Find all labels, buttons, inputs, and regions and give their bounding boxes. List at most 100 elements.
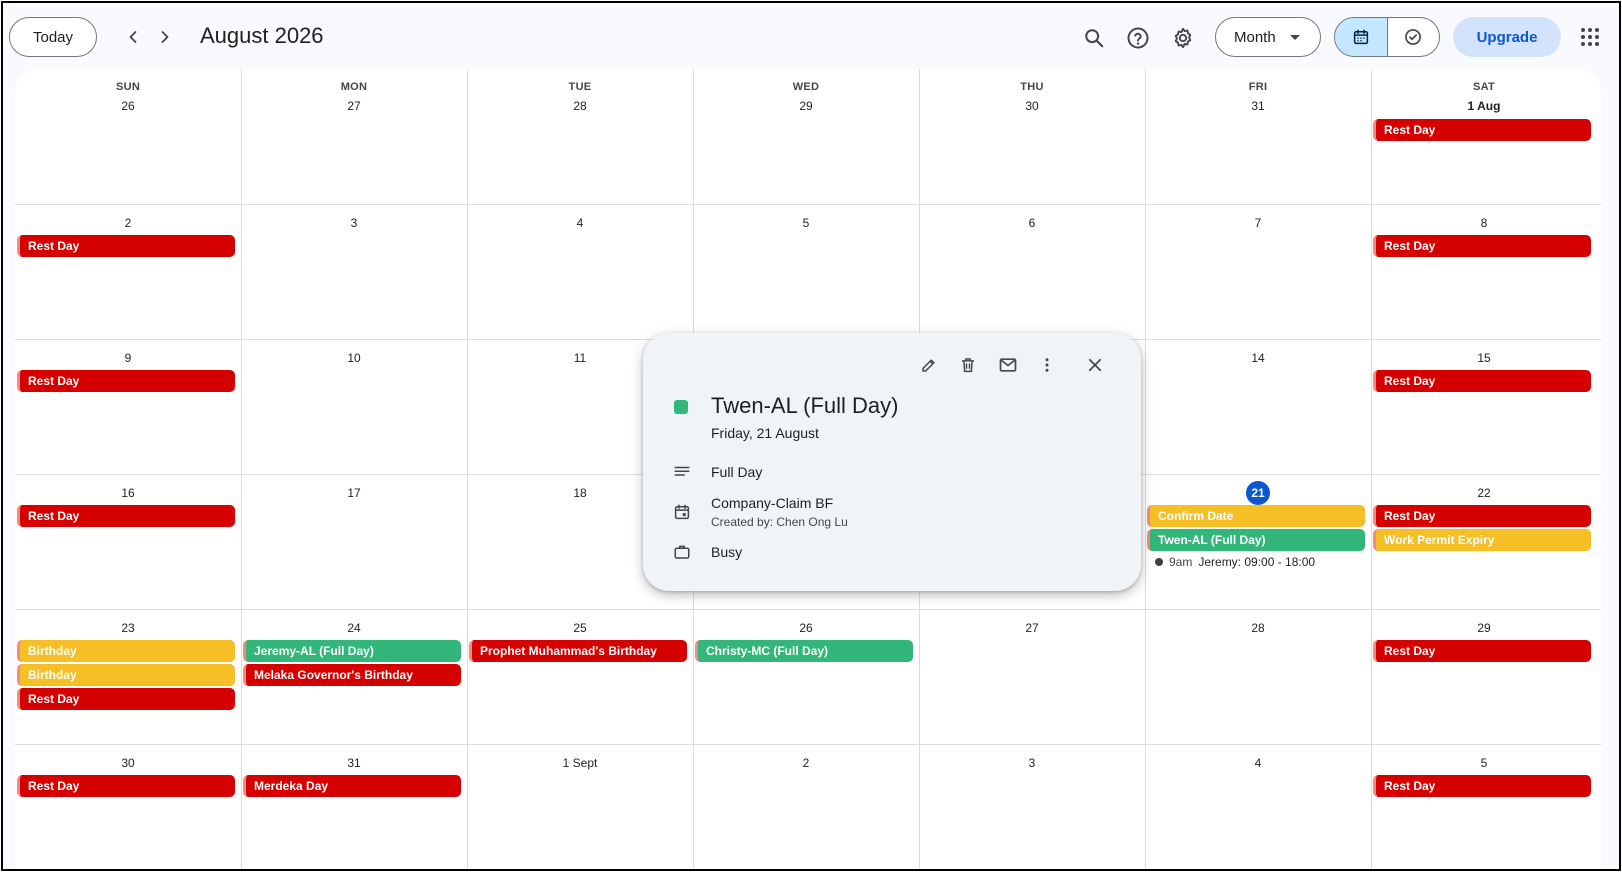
date-number[interactable]: 26 xyxy=(15,99,241,113)
apps-button[interactable] xyxy=(1578,25,1602,49)
event-chip[interactable]: Work Permit Expiry xyxy=(1373,529,1591,551)
date-number[interactable]: 27 xyxy=(919,621,1145,635)
date-number[interactable]: 3 xyxy=(919,756,1145,770)
date-number[interactable]: 1 Aug xyxy=(1371,99,1597,113)
event-availability: Busy xyxy=(711,544,743,560)
settings-button[interactable] xyxy=(1165,20,1201,56)
event-chip[interactable]: Rest Day xyxy=(1373,505,1591,527)
date-number[interactable]: 7 xyxy=(1145,216,1371,230)
date-number[interactable]: 10 xyxy=(241,351,467,365)
event-chip[interactable]: Birthday xyxy=(17,664,235,686)
event-chip[interactable]: Rest Day xyxy=(17,688,235,710)
date-number[interactable]: 14 xyxy=(1145,351,1371,365)
email-guests-button[interactable] xyxy=(992,349,1024,381)
date-number[interactable]: 3 xyxy=(241,216,467,230)
date-number[interactable]: 6 xyxy=(919,216,1145,230)
event-date: Friday, 21 August xyxy=(711,425,819,441)
date-number[interactable]: 28 xyxy=(467,99,693,113)
chevron-left-icon xyxy=(129,31,137,43)
prev-month-button[interactable] xyxy=(117,21,149,53)
date-number[interactable]: 1 Sept xyxy=(467,756,693,770)
grid-column-divider xyxy=(241,69,242,869)
view-select[interactable]: Month xyxy=(1215,17,1321,57)
close-icon xyxy=(1088,358,1102,372)
date-number[interactable]: 22 xyxy=(1371,486,1597,500)
event-title: Twen-AL (Full Day) xyxy=(711,393,899,418)
grid-row-divider xyxy=(15,744,1601,745)
next-month-button[interactable] xyxy=(149,21,181,53)
upgrade-button[interactable]: Upgrade xyxy=(1453,17,1561,57)
date-number[interactable]: 29 xyxy=(693,99,919,113)
date-number[interactable]: 4 xyxy=(1145,756,1371,770)
date-number[interactable]: 23 xyxy=(15,621,241,635)
today-button[interactable]: Today xyxy=(9,17,97,57)
caret-down-icon xyxy=(1289,34,1300,40)
event-chip[interactable]: Rest Day xyxy=(1373,235,1591,257)
date-number[interactable]: 9 xyxy=(15,351,241,365)
search-button[interactable] xyxy=(1076,20,1112,56)
timed-event-title: Jeremy: 09:00 - 18:00 xyxy=(1198,555,1316,569)
event-chip[interactable]: Rest Day xyxy=(1373,370,1591,392)
event-chip[interactable]: Rest Day xyxy=(1373,775,1591,797)
apps-icon xyxy=(1581,28,1599,46)
help-button[interactable] xyxy=(1120,20,1156,56)
event-chip[interactable]: Rest Day xyxy=(17,235,235,257)
event-chip[interactable]: Confirm Date xyxy=(1147,505,1365,527)
close-popup-button[interactable] xyxy=(1079,349,1111,381)
date-number[interactable]: 31 xyxy=(241,756,467,770)
weekday-header: SUN xyxy=(115,81,141,93)
chevron-right-icon xyxy=(161,31,169,43)
event-chip[interactable]: Birthday xyxy=(17,640,235,662)
date-number[interactable]: 31 xyxy=(1145,99,1371,113)
date-number[interactable]: 4 xyxy=(467,216,693,230)
event-chip[interactable]: Jeremy-AL (Full Day) xyxy=(243,640,461,662)
event-chip[interactable]: Twen-AL (Full Day) xyxy=(1147,529,1365,551)
event-chip[interactable]: Melaka Governor's Birthday xyxy=(243,664,461,686)
more-options-button[interactable] xyxy=(1031,349,1063,381)
date-number[interactable]: 30 xyxy=(15,756,241,770)
grid-row-divider xyxy=(15,609,1601,610)
date-number[interactable]: 30 xyxy=(919,99,1145,113)
weekday-header: WED xyxy=(792,81,820,93)
grid-column-divider xyxy=(467,69,468,869)
date-number[interactable]: 2 xyxy=(15,216,241,230)
edit-icon xyxy=(922,359,935,372)
event-chip[interactable]: Merdeka Day xyxy=(243,775,461,797)
event-chip[interactable]: Rest Day xyxy=(17,775,235,797)
weekday-header: FRI xyxy=(1248,81,1268,93)
event-chip[interactable]: Rest Day xyxy=(17,370,235,392)
calendar-view-button[interactable] xyxy=(1335,18,1388,56)
date-number[interactable]: 15 xyxy=(1371,351,1597,365)
event-chip[interactable]: Prophet Muhammad's Birthday xyxy=(469,640,687,662)
date-number[interactable]: 8 xyxy=(1371,216,1597,230)
date-number[interactable]: 29 xyxy=(1371,621,1597,635)
view-select-label: Month xyxy=(1234,28,1276,46)
today-date-number[interactable]: 21 xyxy=(1246,481,1270,505)
date-number[interactable]: 27 xyxy=(241,99,467,113)
event-chip[interactable]: Rest Day xyxy=(1373,640,1591,662)
edit-event-button[interactable] xyxy=(913,349,945,381)
search-icon xyxy=(1085,29,1104,48)
event-color-swatch xyxy=(674,400,688,414)
timed-event[interactable]: 9am Jeremy: 09:00 - 18:00 xyxy=(1155,555,1315,569)
date-number[interactable]: 25 xyxy=(467,621,693,635)
date-number[interactable]: 2 xyxy=(693,756,919,770)
date-number[interactable]: 24 xyxy=(241,621,467,635)
description-icon xyxy=(671,461,693,483)
calendar-window: Today August 2026 Month Upgrade SUN MON … xyxy=(1,1,1621,871)
date-number[interactable]: 5 xyxy=(1371,756,1597,770)
event-chip[interactable]: Rest Day xyxy=(1373,119,1591,141)
event-chip[interactable]: Christy-MC (Full Day) xyxy=(695,640,913,662)
date-number[interactable]: 17 xyxy=(241,486,467,500)
delete-event-button[interactable] xyxy=(952,349,984,381)
date-number[interactable]: 28 xyxy=(1145,621,1371,635)
grid-column-divider xyxy=(1145,69,1146,869)
weekday-header: THU xyxy=(1020,81,1044,93)
event-chip[interactable]: Rest Day xyxy=(17,505,235,527)
event-details-popup: Twen-AL (Full Day) Friday, 21 August Ful… xyxy=(643,333,1141,591)
date-number[interactable]: 16 xyxy=(15,486,241,500)
event-created-by: Created by: Chen Ong Lu xyxy=(711,515,848,529)
date-number[interactable]: 5 xyxy=(693,216,919,230)
tasks-view-button[interactable] xyxy=(1388,18,1440,56)
date-number[interactable]: 26 xyxy=(693,621,919,635)
